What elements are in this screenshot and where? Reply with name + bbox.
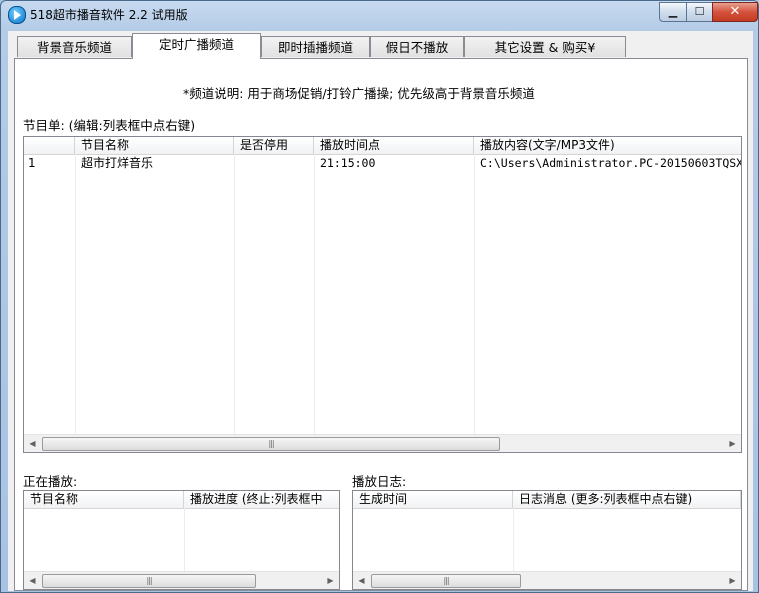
scroll-thumb[interactable]: ||| xyxy=(371,574,521,588)
now-playing-label: 正在播放: xyxy=(23,474,78,489)
scroll-left-arrow[interactable]: ◀ xyxy=(24,572,41,589)
column-header-play-progress[interactable]: 播放进度 (终止:列表框中 xyxy=(184,491,339,508)
column-header-generated-time[interactable]: 生成时间 xyxy=(353,491,513,508)
row-play-content: C:\Users\Administrator.PC-20150603TQSX xyxy=(480,156,742,170)
column-header-disabled[interactable]: 是否停用 xyxy=(234,137,314,154)
scroll-thumb[interactable]: ||| xyxy=(42,574,256,588)
column-divider xyxy=(513,508,514,574)
column-header-play-time[interactable]: 播放时间点 xyxy=(314,137,474,154)
app-play-icon xyxy=(8,6,26,24)
minimize-button[interactable]: ▁ xyxy=(659,2,687,22)
row-program-name: 超市打烊音乐 xyxy=(81,156,154,170)
tab-other-settings-buy[interactable]: 其它设置 & 购买¥ xyxy=(464,36,626,57)
tab-scheduled-broadcast[interactable]: 定时广播频道 xyxy=(132,33,261,59)
maximize-button[interactable]: ☐ xyxy=(686,2,713,22)
column-divider xyxy=(474,154,475,437)
play-log-hscrollbar[interactable]: ◀ ||| ▶ xyxy=(353,571,741,589)
column-divider xyxy=(184,508,185,574)
column-header-program-name[interactable]: 节目名称 xyxy=(24,491,184,508)
now-playing-list[interactable]: 节目名称 播放进度 (终止:列表框中 ◀ ||| ▶ xyxy=(23,490,340,590)
play-log-header: 生成时间 日志消息 (更多:列表框中点右键) xyxy=(353,491,741,509)
app-window: 518超市播音软件 2.2 试用版 ▁ ☐ ✕ 背景音乐频道 定时广播频道 即时… xyxy=(0,0,759,593)
play-log-label: 播放日志: xyxy=(352,474,407,489)
program-list-header: 节目名称 是否停用 播放时间点 播放内容(文字/MP3文件) xyxy=(24,137,741,155)
scroll-left-arrow[interactable]: ◀ xyxy=(24,435,41,452)
table-row[interactable]: 1 超市打烊音乐 21:15:00 C:\Users\Administrator… xyxy=(24,155,741,172)
program-list[interactable]: 节目名称 是否停用 播放时间点 播放内容(文字/MP3文件) 1 超市打烊音乐 … xyxy=(23,136,742,453)
scroll-right-arrow[interactable]: ▶ xyxy=(724,572,741,589)
channel-description: *频道说明: 用于商场促销/打铃广播操; 优先级高于背景音乐频道 xyxy=(183,86,535,101)
column-header-program-name[interactable]: 节目名称 xyxy=(75,137,234,154)
column-divider xyxy=(75,154,76,437)
close-button[interactable]: ✕ xyxy=(712,2,758,22)
title-bar[interactable]: 518超市播音软件 2.2 试用版 ▁ ☐ ✕ xyxy=(1,1,758,27)
tab-holiday-no-play[interactable]: 假日不播放 xyxy=(370,36,464,57)
row-index: 1 xyxy=(28,156,36,170)
program-list-hscrollbar[interactable]: ◀ ||| ▶ xyxy=(24,434,741,452)
column-divider xyxy=(234,154,235,437)
play-log-list[interactable]: 生成时间 日志消息 (更多:列表框中点右键) ◀ ||| ▶ xyxy=(352,490,742,590)
scroll-right-arrow[interactable]: ▶ xyxy=(724,435,741,452)
scroll-thumb[interactable]: ||| xyxy=(42,437,500,451)
program-list-label: 节目单: (编辑:列表框中点右键) xyxy=(23,118,196,133)
scroll-right-arrow[interactable]: ▶ xyxy=(322,572,339,589)
column-header-log-message[interactable]: 日志消息 (更多:列表框中点右键) xyxy=(513,491,741,508)
tab-instant-insert[interactable]: 即时插播频道 xyxy=(261,36,370,57)
column-header-index[interactable] xyxy=(24,137,75,154)
client-area: 背景音乐频道 定时广播频道 即时插播频道 假日不播放 其它设置 & 购买¥ *频… xyxy=(8,31,753,591)
window-title: 518超市播音软件 2.2 试用版 xyxy=(30,8,188,22)
column-header-play-content[interactable]: 播放内容(文字/MP3文件) xyxy=(474,137,741,154)
scroll-left-arrow[interactable]: ◀ xyxy=(353,572,370,589)
row-play-time: 21:15:00 xyxy=(320,156,376,170)
now-playing-header: 节目名称 播放进度 (终止:列表框中 xyxy=(24,491,339,509)
now-playing-hscrollbar[interactable]: ◀ ||| ▶ xyxy=(24,571,339,589)
tab-background-music[interactable]: 背景音乐频道 xyxy=(17,36,132,57)
column-divider xyxy=(314,154,315,437)
